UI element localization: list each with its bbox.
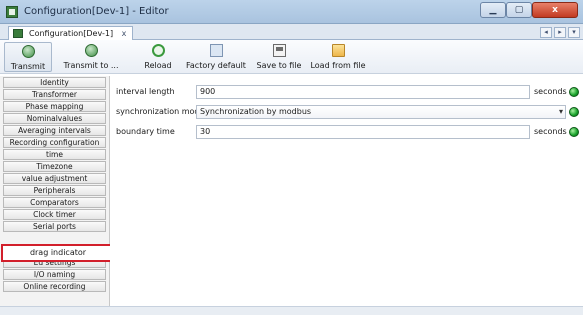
app-icon <box>6 6 18 18</box>
reload-icon <box>152 44 165 57</box>
sidebar-item-phase-mapping[interactable]: Phase mapping <box>3 101 106 112</box>
tab-next-icon[interactable]: ▸ <box>554 27 566 38</box>
transmit-icon <box>22 45 35 58</box>
sidebar-item-identity[interactable]: Identity <box>3 77 106 88</box>
sidebar-item-recording-configuration[interactable]: Recording configuration <box>3 137 106 148</box>
sidebar: Identity Transformer Phase mapping Nomin… <box>0 76 110 306</box>
synchronization-mode-row: synchronization mode Synchronization by … <box>110 104 583 122</box>
boundary-time-unit: seconds <box>534 127 567 136</box>
interval-length-label: interval length <box>116 87 175 96</box>
boundary-time-row: boundary time 30 seconds <box>110 124 583 142</box>
sidebar-item-transformer[interactable]: Transformer <box>3 89 106 100</box>
sidebar-item-averaging-intervals[interactable]: Averaging intervals <box>3 125 106 136</box>
drag-indicator-label: drag indicator <box>29 248 87 257</box>
chevron-down-icon: ▾ <box>558 107 563 116</box>
close-button[interactable]: x <box>532 2 578 18</box>
interval-length-unit: seconds <box>534 87 567 96</box>
sidebar-item-serial-ports[interactable]: Serial ports <box>3 221 106 232</box>
tab-prev-icon[interactable]: ◂ <box>540 27 552 38</box>
synchronization-mode-label: synchronization mode <box>116 107 205 116</box>
sidebar-item-value-adjustment[interactable]: value adjustment <box>3 173 106 184</box>
interval-length-input[interactable]: 900 <box>196 85 530 99</box>
sidebar-item-online-recording[interactable]: Online recording <box>3 281 106 292</box>
tab-close-icon[interactable]: x <box>122 29 127 38</box>
folder-icon <box>332 44 345 57</box>
window-titlebar: Configuration[Dev-1] - Editor ▁ ▢ x <box>0 0 583 24</box>
transmit-to-label: Transmit to ... <box>63 61 119 70</box>
synchronization-mode-select[interactable]: Synchronization by modbus ▾ <box>196 105 566 119</box>
tab-label: Configuration[Dev-1] <box>29 29 114 38</box>
drag-indicator-highlight[interactable]: drag indicator <box>1 244 115 262</box>
sidebar-item-timezone[interactable]: Timezone <box>3 161 106 172</box>
settings-panel: interval length 900 seconds synchronizat… <box>110 76 583 306</box>
tab-menu-icon[interactable]: ▾ <box>568 27 580 38</box>
tab-configuration[interactable]: Configuration[Dev-1] x <box>8 26 134 40</box>
load-from-file-label: Load from file <box>310 61 366 70</box>
minimize-button[interactable]: ▁ <box>480 2 506 18</box>
load-from-file-button[interactable]: Load from file <box>310 42 366 72</box>
reload-button[interactable]: Reload <box>136 42 180 72</box>
transmit-label: Transmit <box>10 62 46 71</box>
maximize-button[interactable]: ▢ <box>506 2 532 18</box>
sidebar-item-io-naming[interactable]: I/O naming <box>3 269 106 280</box>
transmit-button[interactable]: Transmit <box>4 42 52 72</box>
factory-default-button[interactable]: Factory default <box>182 42 250 72</box>
save-icon <box>273 44 286 57</box>
status-ok-icon <box>569 107 579 117</box>
synchronization-mode-value: Synchronization by modbus <box>200 107 312 116</box>
transmit-to-button[interactable]: Transmit to ... <box>60 42 122 72</box>
save-to-file-button[interactable]: Save to file <box>254 42 304 72</box>
window-title: Configuration[Dev-1] - Editor <box>24 6 169 17</box>
boundary-time-input[interactable]: 30 <box>196 125 530 139</box>
sidebar-item-time[interactable]: time <box>3 149 106 160</box>
sidebar-item-nominalvalues[interactable]: Nominalvalues <box>3 113 106 124</box>
toolbar: Transmit Transmit to ... Reload Factory … <box>0 40 583 74</box>
sidebar-item-peripherals[interactable]: Peripherals <box>3 185 106 196</box>
boundary-time-label: boundary time <box>116 127 175 136</box>
config-icon <box>13 29 23 38</box>
transmit-to-icon <box>85 44 98 57</box>
factory-default-label: Factory default <box>186 61 246 70</box>
reload-label: Reload <box>144 61 172 70</box>
interval-length-row: interval length 900 seconds <box>110 84 583 102</box>
status-bar <box>0 306 583 315</box>
factory-default-icon <box>210 44 223 57</box>
document-tabstrip: Configuration[Dev-1] x ◂ ▸ ▾ <box>0 24 583 40</box>
status-ok-icon <box>569 127 579 137</box>
sidebar-item-clock-timer[interactable]: Clock timer <box>3 209 106 220</box>
sidebar-item-comparators[interactable]: Comparators <box>3 197 106 208</box>
save-to-file-label: Save to file <box>256 61 302 70</box>
status-ok-icon <box>569 87 579 97</box>
